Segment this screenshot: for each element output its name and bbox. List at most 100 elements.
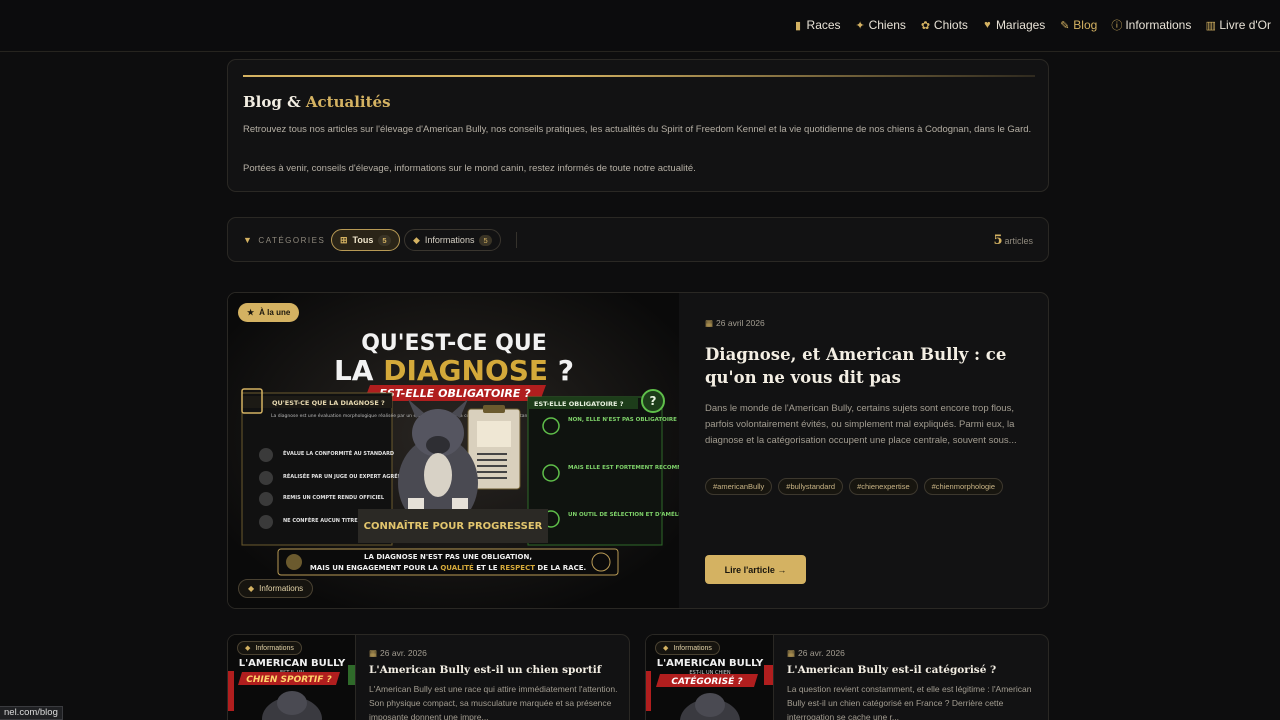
nav-chiots[interactable]: ✿ Chiots	[920, 17, 968, 33]
title-plain: Blog &	[243, 93, 301, 111]
intro-paragraph-2: Portées à venir, conseils d'élevage, inf…	[243, 163, 696, 174]
infographic-headline-1: QU'EST-CE QUE	[361, 331, 547, 356]
tag-icon: ◆	[663, 645, 669, 652]
tag-chip[interactable]: #chienexpertise	[849, 478, 918, 495]
thumb-line-3: CATÉGORISÉ ?	[671, 675, 742, 687]
category-label: Informations	[255, 644, 294, 652]
filter-separator	[516, 232, 517, 248]
tag-chip[interactable]: #chienmorphologie	[923, 478, 1004, 495]
intro-paragraph-1: Retrouvez tous nos articles sur l'élevag…	[243, 124, 1032, 135]
filter-chip-tous[interactable]: ⊞ Tous 5	[331, 229, 400, 251]
filter-chip-informations[interactable]: ◆ Informations 5	[404, 229, 501, 251]
article-excerpt: La question revient constamment, et elle…	[787, 684, 1032, 720]
blog-icon: ✎	[1060, 19, 1070, 32]
diagnose-infographic: QU'EST-CE QUE LA DIAGNOSE ? EST-ELLE OBL…	[228, 293, 709, 608]
read-article-button[interactable]: Lire l'article →	[705, 555, 806, 584]
nav-label: Chiens	[868, 18, 906, 32]
tag-chip[interactable]: #bullystandard	[778, 478, 844, 495]
nav-links: ▮ Races ✦ Chiens ✿ Chiots ♥ Mariages ✎ Blog ⓘ…	[793, 17, 1271, 33]
dog-icon: ✦	[855, 19, 865, 32]
featured-excerpt: Dans le monde de l'American Bully, certa…	[705, 403, 1017, 446]
left-panel-heading: QU'EST-CE QUE LA DIAGNOSE ?	[272, 399, 385, 407]
star-icon: ★	[247, 308, 255, 317]
infographic-footer-1: LA DIAGNOSE N'EST PAS UNE OBLIGATION,	[364, 553, 532, 561]
tag-chip[interactable]: #americanBully	[705, 478, 773, 495]
nav-informations[interactable]: ⓘ Informations	[1111, 17, 1191, 33]
calendar-icon: ▦	[787, 648, 796, 658]
article-count: 5 articles	[993, 233, 1033, 248]
article-card[interactable]: L'AMERICAN BULLY EST-IL UN CHIEN SPORTIF…	[227, 634, 630, 720]
filter-label: ▼ CATÉGORIES	[243, 235, 325, 245]
article-date: ▦ 26 avr. 2026	[369, 648, 427, 659]
featured-title[interactable]: Diagnose, et American Bully : ce qu'on n…	[705, 343, 1035, 389]
tag-icon: ◆	[248, 584, 255, 593]
article-date-text: 26 avr. 2026	[798, 648, 845, 658]
left-item-3: REMIS UN COMPTE RENDU OFFICIEL	[283, 495, 385, 501]
calendar-icon: ▦	[369, 648, 378, 658]
right-panel-heading: EST-ELLE OBLIGATOIRE ?	[534, 400, 624, 408]
book-icon: ▥	[1205, 19, 1217, 32]
featured-article-card[interactable]: QU'EST-CE QUE LA DIAGNOSE ? EST-ELLE OBL…	[227, 292, 1049, 609]
featured-date: ▦ 26 avril 2026	[705, 318, 765, 329]
article-excerpt: L'American Bully est une race qui attire…	[369, 684, 618, 720]
category-badge[interactable]: ◆ Informations	[237, 641, 302, 655]
infographic-headline-2: LA DIAGNOSE ?	[334, 354, 574, 387]
article-date: ▦ 26 avr. 2026	[787, 648, 845, 659]
pedestal-text: CONNAÎTRE POUR PROGRESSER	[364, 519, 543, 532]
svg-text:?: ?	[650, 394, 657, 408]
nav-label: Livre d'Or	[1219, 18, 1271, 32]
calendar-icon: ▦	[705, 318, 714, 328]
top-navbar: ▮ Races ✦ Chiens ✿ Chiots ♥ Mariages ✎ Blog ⓘ…	[0, 0, 1280, 52]
heart-icon: ♥	[984, 19, 991, 31]
left-item-1: ÉVALUE LA CONFORMITÉ AU STANDARD	[283, 449, 394, 457]
right-item-1: NON, ELLE N'EST PAS OBLIGATOIRE	[568, 417, 677, 423]
thumb-line-1: L'AMERICAN BULLY	[657, 658, 764, 669]
nav-chiens[interactable]: ✦ Chiens	[855, 17, 906, 33]
paw-icon: ✿	[920, 19, 931, 32]
nav-races[interactable]: ▮ Races	[793, 17, 841, 33]
left-item-2: RÉALISÉE PAR UN JUGE OU EXPERT AGRÉÉ	[283, 472, 402, 480]
filter-label-text: CATÉGORIES	[258, 235, 326, 245]
right-item-3: UN OUTIL DE SÉLECTION ET D'AMÉLIORATION	[568, 510, 679, 518]
filter-icon: ▼	[243, 235, 254, 245]
category-filter-bar: ▼ CATÉGORIES ⊞ Tous 5 ◆ Informations 5 5a…	[227, 217, 1049, 262]
nav-blog[interactable]: ✎ Blog	[1059, 17, 1097, 33]
nav-livre-dor[interactable]: ▥ Livre d'Or	[1205, 17, 1271, 33]
article-count-number: 5	[993, 233, 1003, 248]
blog-intro-card: Blog & Actualités Retrouvez tous nos art…	[227, 59, 1049, 192]
article-title[interactable]: L'American Bully est-il catégorisé ?	[787, 664, 996, 676]
nav-label: Blog	[1073, 18, 1098, 32]
nav-label: Chiots	[933, 18, 968, 32]
page-title: Blog & Actualités	[243, 93, 391, 111]
chip-label: Tous	[352, 235, 374, 245]
nav-label: Races	[806, 18, 841, 32]
tag-icon: ◆	[245, 645, 251, 652]
category-badge[interactable]: ◆ Informations	[238, 579, 314, 598]
right-item-2: MAIS ELLE EST FORTEMENT RECOMMANDÉE	[568, 463, 679, 471]
featured-badge: ★ À la une	[238, 303, 300, 322]
tag-icon: ◆	[413, 234, 420, 245]
chip-label: Informations	[424, 235, 475, 245]
featured-date-text: 26 avril 2026	[716, 318, 765, 328]
chip-count: 5	[479, 234, 492, 246]
category-label: Informations	[673, 644, 712, 652]
infographic-ribbon: EST-ELLE OBLIGATOIRE ?	[379, 387, 531, 400]
document-icon: ▮	[795, 19, 802, 32]
thumb-line-1: L'AMERICAN BULLY	[239, 658, 346, 669]
article-card[interactable]: L'AMERICAN BULLY EST-IL UN CHIEN CATÉGOR…	[645, 634, 1049, 720]
title-accent: Actualités	[305, 93, 391, 111]
gold-divider	[243, 75, 1035, 77]
thumb-line-3: CHIEN SPORTIF ?	[246, 675, 332, 685]
article-count-label: articles	[1004, 236, 1033, 246]
category-label: Informations	[259, 584, 304, 593]
featured-tags: #americanBully #bullystandard #chienexpe…	[705, 478, 1004, 495]
category-badge[interactable]: ◆ Informations	[655, 641, 720, 655]
chip-count: 5	[378, 234, 391, 246]
article-title[interactable]: L'American Bully est-il un chien sportif	[369, 664, 601, 676]
featured-image[interactable]: QU'EST-CE QUE LA DIAGNOSE ? EST-ELLE OBL…	[228, 293, 709, 608]
grid-icon: ⊞	[340, 234, 348, 245]
nav-label: Informations	[1125, 18, 1192, 32]
nav-mariages[interactable]: ♥ Mariages	[982, 17, 1045, 33]
featured-badge-label: À la une	[259, 308, 291, 317]
nav-label: Mariages	[995, 18, 1046, 32]
